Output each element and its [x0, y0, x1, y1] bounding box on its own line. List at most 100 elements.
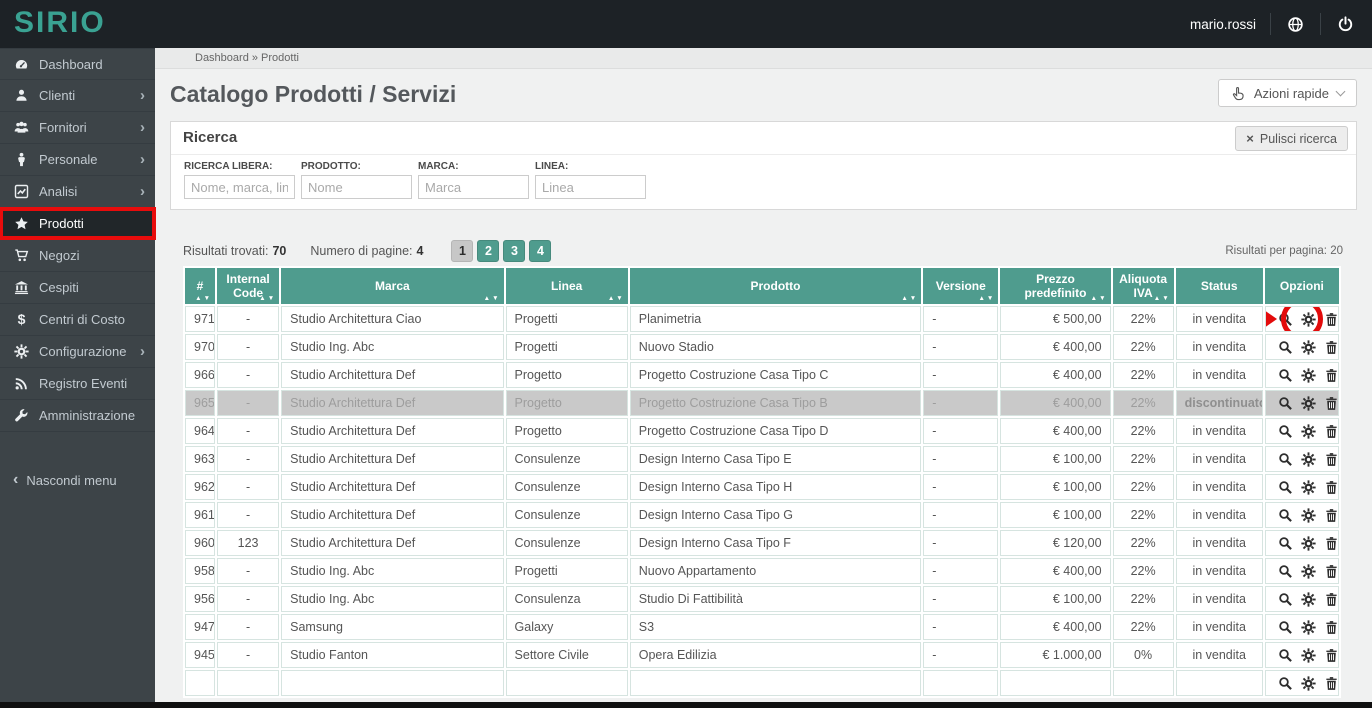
sort-arrows-icon: ▲▼	[1153, 295, 1171, 303]
sidebar-item-centri-di-costo[interactable]: Centri di Costo ›	[0, 304, 155, 336]
sidebar-item-analisi[interactable]: Analisi ›	[0, 176, 155, 208]
row-settings-button[interactable]	[1301, 676, 1316, 691]
row-settings-button[interactable]	[1301, 340, 1316, 355]
quick-actions-button[interactable]: Azioni rapide	[1217, 79, 1357, 107]
row-settings-button[interactable]	[1301, 368, 1316, 383]
row-settings-button[interactable]	[1301, 480, 1316, 495]
row-view-button[interactable]	[1278, 424, 1293, 439]
sidebar-item-personale[interactable]: Personale ›	[0, 144, 155, 176]
column-header-versione[interactable]: Versione ▲▼	[923, 268, 999, 304]
row-delete-button[interactable]	[1324, 508, 1339, 523]
cell-marca: Studio Ing. Abc	[281, 586, 504, 612]
column-header-[interactable]: # ▲▼	[185, 268, 216, 304]
row-view-button[interactable]	[1278, 648, 1293, 663]
cell-prezzo: € 400,00	[1000, 558, 1111, 584]
trash-icon	[1324, 592, 1339, 607]
row-settings-button[interactable]	[1301, 592, 1316, 607]
clear-search-button[interactable]: × Pulisci ricerca	[1235, 126, 1348, 151]
row-delete-button[interactable]	[1324, 676, 1339, 691]
page-title: Catalogo Prodotti / Servizi	[170, 81, 457, 107]
cell-marca: Studio Architettura Def	[281, 418, 504, 444]
row-settings-button[interactable]	[1301, 564, 1316, 579]
input-ricerca-libera[interactable]	[184, 175, 295, 199]
row-delete-button[interactable]	[1324, 368, 1339, 383]
column-header-marca[interactable]: Marca ▲▼	[281, 268, 504, 304]
cell-iva: 22%	[1112, 390, 1174, 416]
row-settings-button[interactable]	[1301, 424, 1316, 439]
gear-icon	[1301, 424, 1316, 439]
cell-versione: -	[923, 306, 999, 332]
page-button-3[interactable]: 3	[503, 240, 526, 262]
column-header-aliquota-iva[interactable]: Aliquota IVA ▲▼	[1112, 268, 1174, 304]
sidebar-item-cespiti[interactable]: Cespiti ›	[0, 272, 155, 304]
cell-internal-code: -	[217, 614, 280, 640]
row-view-button[interactable]	[1278, 480, 1293, 495]
row-view-button[interactable]	[1278, 620, 1293, 635]
row-settings-button[interactable]	[1301, 312, 1316, 327]
sidebar-item-dashboard[interactable]: Dashboard ›	[0, 48, 155, 80]
sidebar-item-fornitori[interactable]: Fornitori ›	[0, 112, 155, 144]
language-button[interactable]	[1285, 14, 1306, 35]
cell-options	[1264, 446, 1339, 472]
search-icon	[1278, 592, 1293, 607]
sidebar-item-prodotti[interactable]: Prodotti ›	[0, 207, 156, 240]
row-settings-button[interactable]	[1301, 508, 1316, 523]
cell-marca: Studio Architettura Def	[281, 502, 504, 528]
page-button-1[interactable]: 1	[451, 240, 474, 262]
row-view-button[interactable]	[1278, 676, 1293, 691]
sidebar-item-configurazione[interactable]: Configurazione ›	[0, 336, 155, 368]
shops-icon	[13, 248, 30, 263]
row-delete-button[interactable]	[1324, 648, 1339, 663]
sidebar-item-amministrazione[interactable]: Amministrazione ›	[0, 400, 155, 432]
row-view-button[interactable]	[1278, 340, 1293, 355]
input-prodotto[interactable]	[301, 175, 412, 199]
table-row: 964- Studio Architettura Def Progetto Proge…	[185, 418, 1339, 444]
input-linea[interactable]	[535, 175, 646, 199]
input-marca[interactable]	[418, 175, 529, 199]
username[interactable]: mario.rossi	[1190, 17, 1256, 32]
row-view-button[interactable]	[1278, 592, 1293, 607]
row-view-button[interactable]	[1278, 536, 1293, 551]
breadcrumb[interactable]: Dashboard » Prodotti	[155, 48, 1372, 69]
cell-internal-code: -	[217, 334, 280, 360]
search-icon	[1278, 564, 1293, 579]
row-view-button[interactable]	[1278, 508, 1293, 523]
page-button-4[interactable]: 4	[529, 240, 552, 262]
row-view-button[interactable]	[1278, 452, 1293, 467]
cell-options	[1264, 670, 1339, 696]
sidebar-item-registro-eventi[interactable]: Registro Eventi ›	[0, 368, 155, 400]
column-header-prodotto[interactable]: Prodotto ▲▼	[629, 268, 922, 304]
row-view-button[interactable]	[1278, 564, 1293, 579]
row-delete-button[interactable]	[1324, 340, 1339, 355]
sidebar-item-clienti[interactable]: Clienti ›	[0, 80, 155, 112]
per-page-value: 20	[1330, 245, 1343, 257]
column-header-prezzo-predefinito[interactable]: Prezzo predefinito ▲▼	[1000, 268, 1111, 304]
row-delete-button[interactable]	[1324, 312, 1339, 327]
row-settings-button[interactable]	[1301, 620, 1316, 635]
row-delete-button[interactable]	[1324, 396, 1339, 411]
row-delete-button[interactable]	[1324, 592, 1339, 607]
row-delete-button[interactable]	[1324, 424, 1339, 439]
row-delete-button[interactable]	[1324, 452, 1339, 467]
row-delete-button[interactable]	[1324, 536, 1339, 551]
column-header-linea[interactable]: Linea ▲▼	[505, 268, 628, 304]
column-header-internal-code[interactable]: Internal Code ▲▼	[217, 268, 280, 304]
row-view-button[interactable]	[1278, 312, 1293, 327]
cell-marca: Studio Fanton	[281, 642, 504, 668]
row-delete-button[interactable]	[1324, 480, 1339, 495]
row-view-button[interactable]	[1278, 368, 1293, 383]
row-view-button[interactable]	[1278, 396, 1293, 411]
row-settings-button[interactable]	[1301, 536, 1316, 551]
sort-arrows-icon: ▲▼	[607, 295, 625, 303]
page-button-2[interactable]: 2	[477, 240, 500, 262]
results-table: # ▲▼ Internal Code ▲▼ Marca ▲▼ Linea ▲▼ Prodotto…	[183, 266, 1341, 698]
row-settings-button[interactable]	[1301, 396, 1316, 411]
row-settings-button[interactable]	[1301, 648, 1316, 663]
sidebar-item-negozi[interactable]: Negozi ›	[0, 240, 155, 272]
row-settings-button[interactable]	[1301, 452, 1316, 467]
collapse-menu-button[interactable]: ‹ Nascondi menu	[0, 464, 155, 496]
trash-icon	[1324, 480, 1339, 495]
row-delete-button[interactable]	[1324, 564, 1339, 579]
row-delete-button[interactable]	[1324, 620, 1339, 635]
logout-button[interactable]	[1335, 14, 1356, 35]
